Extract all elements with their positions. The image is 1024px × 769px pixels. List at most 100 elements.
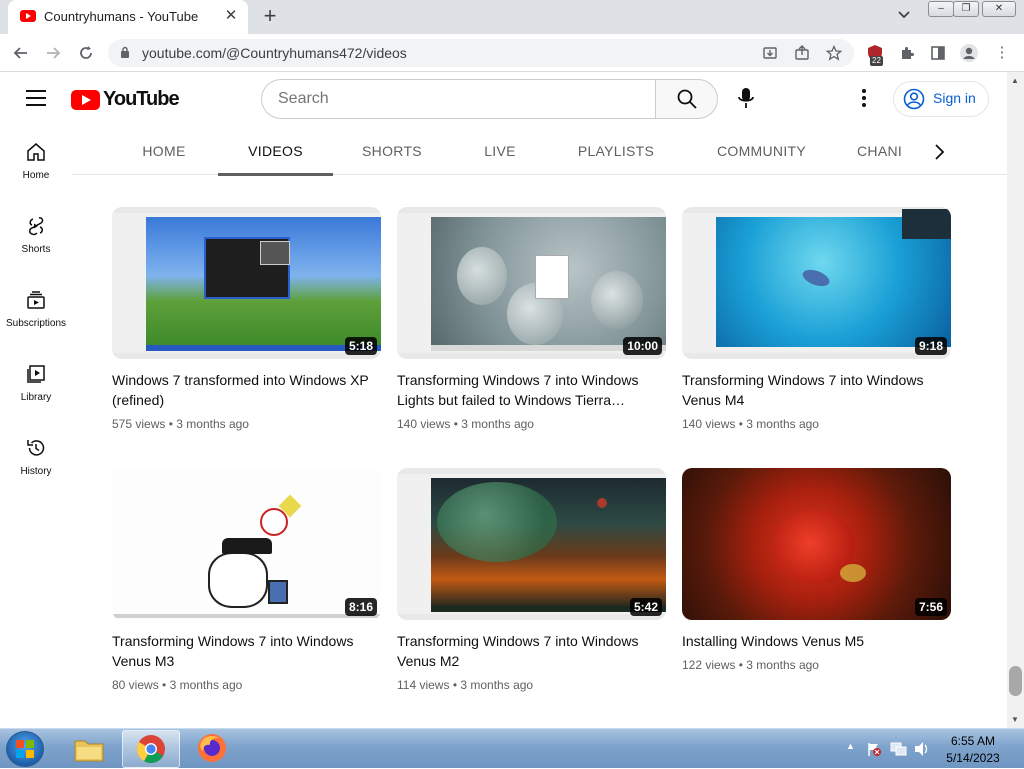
library-icon [27, 365, 45, 383]
video-thumbnail[interactable]: 7:56 [682, 468, 951, 620]
search-icon [677, 89, 697, 109]
taskbar-firefox-button[interactable] [184, 730, 242, 768]
side-panel-icon[interactable] [927, 42, 949, 64]
video-card[interactable]: 8:16 Transforming Windows 7 into Windows… [112, 468, 381, 718]
tab-videos[interactable]: VIDEOS [218, 128, 333, 176]
address-bar[interactable]: youtube.com/@Countryhumans472/videos [108, 39, 854, 67]
guide-item-shorts[interactable]: Shorts [0, 202, 72, 276]
youtube-logo[interactable]: YouTube [71, 88, 180, 112]
scrollbar-thumb[interactable] [1009, 666, 1022, 696]
guide-item-home[interactable]: Home [0, 128, 72, 202]
video-metadata: 114 views • 3 months ago [397, 678, 533, 692]
tab-title: Countryhumans - YouTube [44, 9, 199, 24]
guide-item-history[interactable]: History [0, 424, 72, 498]
clock-time[interactable]: 6:55 AM [943, 734, 1003, 748]
action-center-flag-icon[interactable] [866, 741, 882, 757]
show-hidden-icons-icon[interactable]: ▲ [846, 741, 855, 751]
masthead: YouTube Sign in [0, 72, 1007, 128]
chrome-icon [137, 735, 165, 763]
video-metadata: 575 views • 3 months ago [112, 417, 249, 431]
scroll-down-arrow-icon[interactable]: ▼ [1011, 715, 1019, 724]
windows-taskbar: ▲ 6:55 AM 5/14/2023 [0, 728, 1024, 768]
tab-community[interactable]: COMMUNITY [704, 128, 819, 175]
scroll-up-arrow-icon[interactable]: ▲ [1011, 76, 1019, 85]
video-card[interactable]: 5:18 Windows 7 transformed into Windows … [112, 207, 381, 457]
video-thumbnail[interactable]: 9:18 [682, 207, 951, 359]
volume-icon[interactable] [914, 741, 930, 757]
chevron-right-icon[interactable] [927, 140, 951, 164]
tab-search-chevron-icon[interactable] [894, 8, 914, 26]
video-metadata: 140 views • 3 months ago [397, 417, 534, 431]
window-close-button[interactable]: ✕ [982, 1, 1016, 17]
forward-button[interactable] [41, 41, 65, 65]
window-minimize-button[interactable]: – [928, 1, 954, 17]
video-duration: 9:18 [914, 337, 947, 355]
video-card[interactable]: 10:00 Transforming Windows 7 into Window… [397, 207, 666, 457]
browser-tab-active[interactable]: Countryhumans - YouTube ✕ [8, 0, 248, 34]
video-thumbnail[interactable]: 5:18 [112, 207, 381, 359]
search-input[interactable] [278, 89, 638, 109]
start-button[interactable] [6, 731, 44, 767]
reload-button[interactable] [74, 41, 98, 65]
video-title[interactable]: Installing Windows Venus M5 [682, 631, 944, 651]
video-title[interactable]: Windows 7 transformed into Windows XP (r… [112, 370, 374, 410]
account-circle-icon [903, 88, 925, 110]
guide-label: Subscriptions [5, 318, 67, 329]
tab-playlists[interactable]: PLAYLISTS [566, 128, 666, 175]
hamburger-menu-icon[interactable] [26, 90, 46, 106]
taskbar-chrome-button[interactable] [122, 730, 180, 768]
tab-shorts[interactable]: SHORTS [348, 128, 436, 175]
guide-item-library[interactable]: Library [0, 350, 72, 424]
shorts-icon [29, 217, 44, 236]
video-title[interactable]: Transforming Windows 7 into Windows Venu… [397, 631, 659, 671]
url-text[interactable]: youtube.com/@Countryhumans472/videos [142, 45, 407, 61]
youtube-page: YouTube Sign in Home Shorts Su [0, 72, 1007, 728]
new-tab-button[interactable]: + [258, 5, 282, 29]
guide-label: Home [22, 170, 50, 181]
video-age: 3 months ago [461, 417, 534, 431]
subscriptions-icon [27, 291, 45, 309]
video-card[interactable]: 5:42 Transforming Windows 7 into Windows… [397, 468, 666, 718]
guide-label: Library [20, 392, 52, 403]
youtube-play-logo-icon [71, 90, 100, 110]
video-thumbnail[interactable]: 5:42 [397, 468, 666, 620]
search-box[interactable] [261, 79, 655, 119]
lock-icon[interactable] [120, 46, 130, 58]
network-icon[interactable] [890, 741, 908, 757]
extensions-puzzle-icon[interactable] [896, 42, 918, 64]
video-card[interactable]: 7:56 Installing Windows Venus M5 122 vie… [682, 468, 951, 718]
page-scrollbar[interactable]: ▲ ▼ [1007, 72, 1024, 728]
video-title[interactable]: Transforming Windows 7 into Windows Venu… [112, 631, 374, 671]
video-title[interactable]: Transforming Windows 7 into Windows Ligh… [397, 370, 659, 410]
history-icon [27, 440, 45, 456]
back-button[interactable] [9, 41, 33, 65]
guide-label: History [20, 466, 52, 477]
taskbar-explorer-button[interactable] [60, 730, 118, 768]
voice-search-button[interactable] [728, 81, 764, 117]
folder-icon [74, 740, 104, 762]
clock-date[interactable]: 5/14/2023 [943, 751, 1003, 765]
share-icon[interactable] [792, 43, 812, 63]
tab-channels[interactable]: CHANI [857, 128, 927, 175]
video-age: 3 months ago [746, 417, 819, 431]
guide-item-subscriptions[interactable]: Subscriptions [0, 276, 72, 350]
profile-avatar-icon[interactable] [958, 42, 980, 64]
window-restore-button[interactable]: ❐ [953, 1, 979, 17]
video-views: 122 views [682, 658, 736, 672]
bookmark-star-icon[interactable] [824, 43, 844, 63]
install-app-icon[interactable] [760, 43, 780, 63]
video-metadata: 122 views • 3 months ago [682, 658, 819, 672]
extension-badge-icon[interactable]: 22 [864, 42, 886, 66]
tab-close-icon[interactable]: ✕ [222, 7, 240, 25]
video-views: 114 views [397, 678, 450, 692]
video-thumbnail[interactable]: 8:16 [112, 468, 381, 620]
more-options-icon[interactable] [852, 86, 876, 112]
chrome-menu-icon[interactable]: ⋮ [991, 42, 1013, 64]
tab-live[interactable]: LIVE [468, 128, 532, 175]
sign-in-button[interactable]: Sign in [893, 81, 989, 117]
tab-home[interactable]: HOME [118, 128, 210, 175]
search-button[interactable] [655, 79, 718, 119]
video-thumbnail[interactable]: 10:00 [397, 207, 666, 359]
video-title[interactable]: Transforming Windows 7 into Windows Venu… [682, 370, 944, 410]
video-card[interactable]: 9:18 Transforming Windows 7 into Windows… [682, 207, 951, 457]
